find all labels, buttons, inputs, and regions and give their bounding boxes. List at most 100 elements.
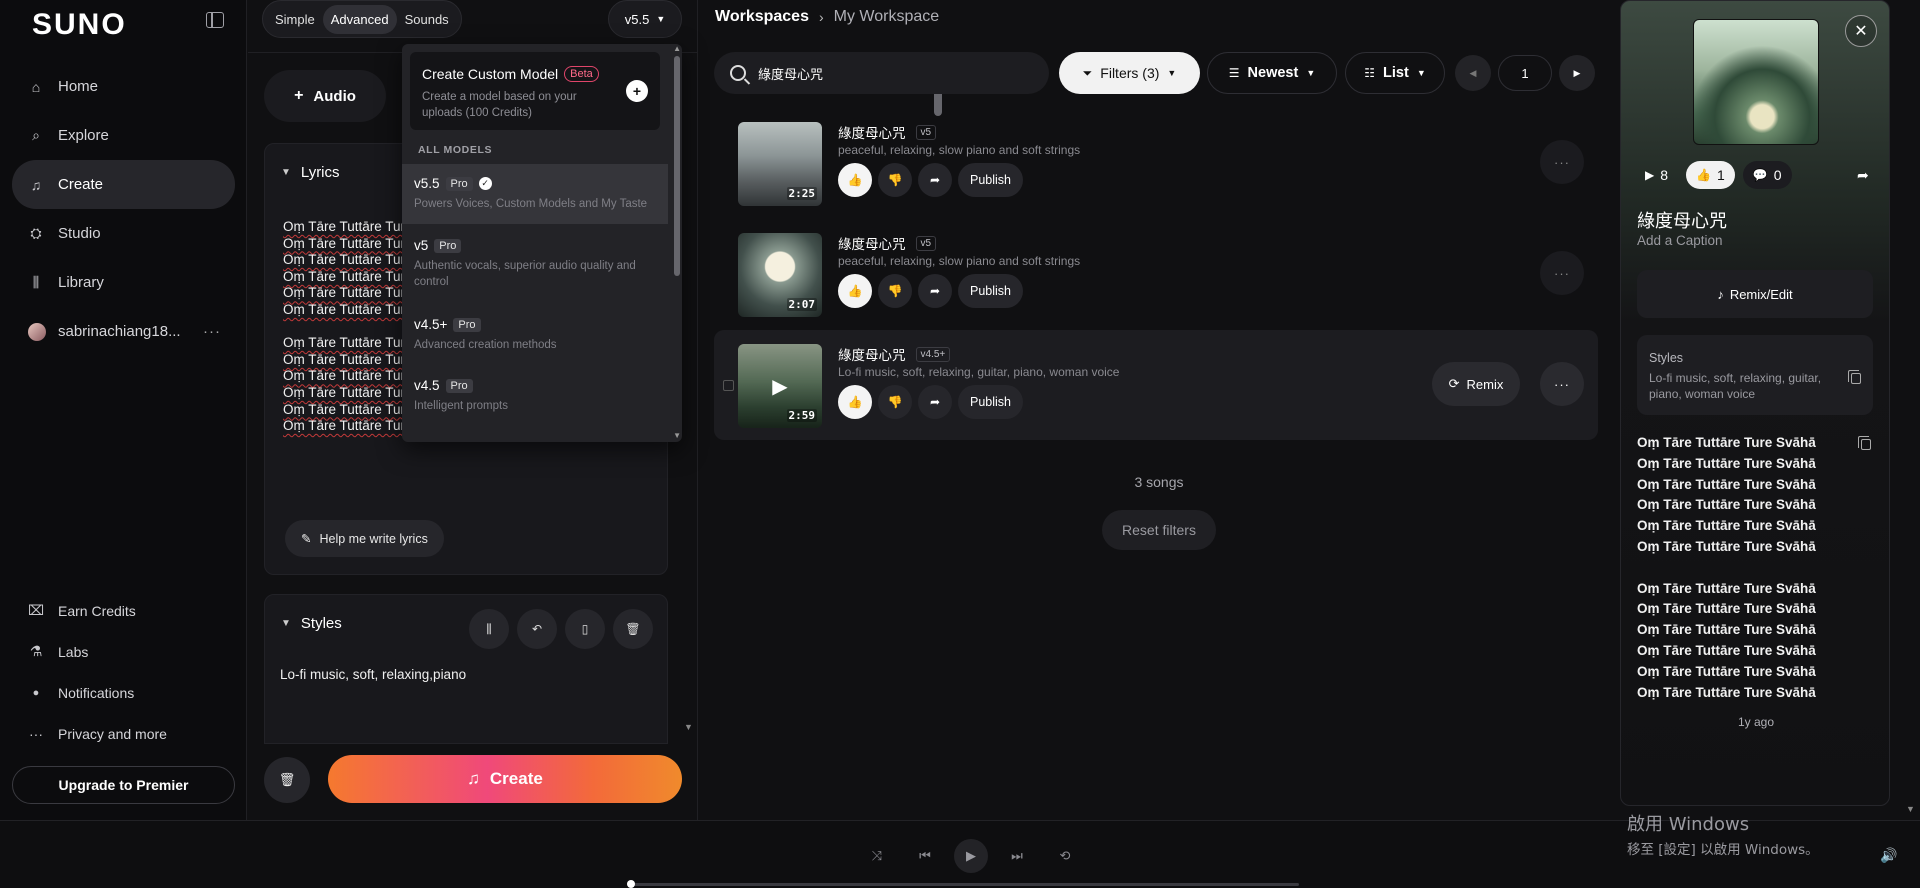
song-title[interactable]: 綠度母心咒 bbox=[838, 122, 906, 142]
repeat-button[interactable]: ⟲ bbox=[1046, 839, 1084, 873]
like-button[interactable]: 👍 bbox=[838, 274, 872, 308]
library-icon: ⫼ bbox=[486, 621, 492, 636]
model-option-v5[interactable]: v5 Pro Authentic vocals, superior audio … bbox=[402, 226, 668, 302]
song-cover[interactable]: 2:25 bbox=[738, 122, 822, 206]
play-count: 8 bbox=[1660, 167, 1669, 183]
sidebar-item-labs[interactable]: ⚗ Labs bbox=[12, 631, 235, 672]
filters-button[interactable]: ⏷ Filters (3) ▼ bbox=[1059, 52, 1200, 94]
scroll-up-icon[interactable]: ▲ bbox=[673, 44, 681, 53]
share-button[interactable]: ➦ bbox=[918, 163, 952, 197]
song-row[interactable]: 2:25 綠度母心咒 v5 peaceful, relaxing, slow p… bbox=[714, 108, 1598, 218]
sidebar-item-library[interactable]: ⫼ Library bbox=[12, 258, 235, 307]
progress-bar[interactable] bbox=[627, 880, 1299, 888]
play-button[interactable]: ▶ bbox=[954, 839, 988, 873]
publish-button[interactable]: Publish bbox=[958, 274, 1023, 308]
share-icon[interactable]: ➦ bbox=[1857, 167, 1869, 184]
model-version-dropdown[interactable]: v5.5 ▼ bbox=[608, 0, 682, 38]
help-write-lyrics-button[interactable]: ✎ Help me write lyrics bbox=[285, 520, 444, 557]
copy-lyrics-icon[interactable] bbox=[1858, 436, 1871, 450]
share-button[interactable]: ➦ bbox=[918, 274, 952, 308]
model-option-v4-5-plus[interactable]: v4.5+ Pro Advanced creation methods bbox=[402, 305, 668, 365]
song-more-button[interactable]: ··· bbox=[1540, 251, 1584, 295]
detail-cover-image[interactable] bbox=[1693, 19, 1819, 145]
song-more-button[interactable]: ··· bbox=[1540, 140, 1584, 184]
tab-sounds[interactable]: Sounds bbox=[397, 5, 457, 34]
styles-header[interactable]: ▼ Styles bbox=[281, 615, 342, 632]
song-more-button[interactable]: ··· bbox=[1540, 362, 1584, 406]
next-button[interactable]: ⏭ bbox=[998, 839, 1036, 873]
publish-button[interactable]: Publish bbox=[958, 385, 1023, 419]
song-cover[interactable]: ▶ 2:59 bbox=[738, 344, 822, 428]
remix-edit-button[interactable]: ♪ Remix/Edit bbox=[1637, 270, 1873, 318]
scroll-down-icon[interactable]: ▼ bbox=[673, 431, 681, 440]
lyrics-header[interactable]: ▼ Lyrics bbox=[281, 164, 340, 181]
clear-styles-button[interactable]: 🗑 bbox=[613, 609, 653, 649]
song-row[interactable]: ▶ 2:59 綠度母心咒 v4.5+ Lo-fi music, soft, re… bbox=[714, 330, 1598, 440]
close-button[interactable]: ✕ bbox=[1845, 15, 1877, 47]
play-count-button[interactable]: ▶ 8 bbox=[1635, 161, 1678, 189]
styles-input[interactable]: Lo-fi music, soft, relaxing,piano bbox=[280, 667, 466, 682]
song-title[interactable]: 綠度母心咒 bbox=[838, 233, 906, 253]
style-library-button[interactable]: ⫼ bbox=[469, 609, 509, 649]
user-more-icon[interactable]: ··· bbox=[203, 323, 221, 340]
sidebar-item-privacy[interactable]: ··· Privacy and more bbox=[12, 713, 235, 754]
model-option-v4-5[interactable]: v4.5 Pro Intelligent prompts bbox=[402, 366, 668, 426]
next-page-button[interactable]: ▶ bbox=[1559, 55, 1595, 91]
sidebar-item-earn-credits[interactable]: ⌧ Earn Credits bbox=[12, 590, 235, 631]
add-custom-model-button[interactable]: + bbox=[626, 80, 648, 102]
song-cover[interactable]: 2:07 bbox=[738, 233, 822, 317]
search-input[interactable] bbox=[758, 65, 1028, 81]
sidebar-user[interactable]: sabrinachiang18... ··· bbox=[12, 307, 235, 356]
remix-button[interactable]: ⟳ Remix bbox=[1432, 362, 1520, 406]
sidebar-item-studio[interactable]: ⛭ Studio bbox=[12, 209, 235, 258]
sidebar-item-notifications[interactable]: ● Notifications bbox=[12, 672, 235, 713]
publish-button[interactable]: Publish bbox=[958, 163, 1023, 197]
model-option-v5-5[interactable]: v5.5 Pro ✓ Powers Voices, Custom Models … bbox=[402, 164, 668, 224]
scroll-down-icon[interactable]: ▼ bbox=[1906, 804, 1915, 814]
sort-button[interactable]: ☰ Newest ▼ bbox=[1207, 52, 1337, 94]
caption-input[interactable]: Add a Caption bbox=[1637, 233, 1723, 248]
chevron-left-icon: ◀ bbox=[1469, 67, 1477, 78]
copy-icon[interactable] bbox=[1848, 370, 1861, 384]
bookmark-button[interactable]: ▯ bbox=[565, 609, 605, 649]
volume-icon[interactable]: 🔊 bbox=[1880, 847, 1897, 864]
shuffle-button[interactable]: ⤨ bbox=[858, 839, 896, 873]
tab-advanced[interactable]: Advanced bbox=[322, 4, 397, 34]
scroll-down-icon[interactable]: ▼ bbox=[684, 722, 693, 732]
song-select-checkbox[interactable] bbox=[723, 380, 734, 391]
upgrade-button[interactable]: Upgrade to Premier bbox=[12, 766, 235, 804]
like-button[interactable]: 👍 bbox=[838, 385, 872, 419]
comment-count: 0 bbox=[1773, 167, 1782, 183]
like-button[interactable]: 👍 bbox=[838, 163, 872, 197]
dislike-button[interactable]: 👎 bbox=[878, 163, 912, 197]
prev-page-button[interactable]: ◀ bbox=[1455, 55, 1491, 91]
dislike-button[interactable]: 👎 bbox=[878, 274, 912, 308]
view-button[interactable]: ☷ List ▼ bbox=[1345, 52, 1445, 94]
song-title[interactable]: 綠度母心咒 bbox=[838, 344, 906, 364]
like-count-button[interactable]: 👍 1 bbox=[1686, 161, 1735, 189]
tab-simple[interactable]: Simple bbox=[267, 5, 323, 34]
share-button[interactable]: ➦ bbox=[918, 385, 952, 419]
add-audio-button[interactable]: + Audio bbox=[264, 70, 386, 122]
undo-button[interactable]: ↶ bbox=[517, 609, 557, 649]
page-number[interactable]: 1 bbox=[1498, 55, 1552, 91]
suno-logo[interactable]: SUNO bbox=[32, 8, 127, 42]
comment-count-button[interactable]: 💬 0 bbox=[1742, 161, 1792, 189]
song-detail-panel: ✕ ▶ 8 👍 1 💬 0 ➦ 綠度母心咒 Add a Caption ♪ Re… bbox=[1620, 0, 1890, 806]
previous-button[interactable]: ⏮ bbox=[906, 839, 944, 873]
sidebar-collapse-icon[interactable] bbox=[206, 12, 224, 28]
gift-icon: ⌧ bbox=[27, 602, 45, 618]
sidebar-item-home[interactable]: ⌂ Home bbox=[12, 62, 235, 111]
sidebar-item-explore[interactable]: ⌕ Explore bbox=[12, 111, 235, 160]
reset-filters-button[interactable]: Reset filters bbox=[1102, 510, 1216, 550]
create-custom-model-item[interactable]: Create Custom Model Beta Create a model … bbox=[410, 52, 660, 130]
song-row[interactable]: 2:07 綠度母心咒 v5 peaceful, relaxing, slow p… bbox=[714, 219, 1598, 329]
progress-handle[interactable] bbox=[627, 880, 635, 888]
dropdown-scrollbar[interactable] bbox=[674, 56, 680, 276]
breadcrumb-workspaces[interactable]: Workspaces bbox=[715, 8, 809, 26]
detail-styles-value: Lo-fi music, soft, relaxing, guitar, pia… bbox=[1649, 371, 1822, 401]
sidebar-item-create[interactable]: ♫ Create bbox=[12, 160, 235, 209]
create-button[interactable]: ♫ Create bbox=[328, 755, 682, 803]
clear-all-button[interactable]: 🗑 bbox=[264, 757, 310, 803]
dislike-button[interactable]: 👎 bbox=[878, 385, 912, 419]
